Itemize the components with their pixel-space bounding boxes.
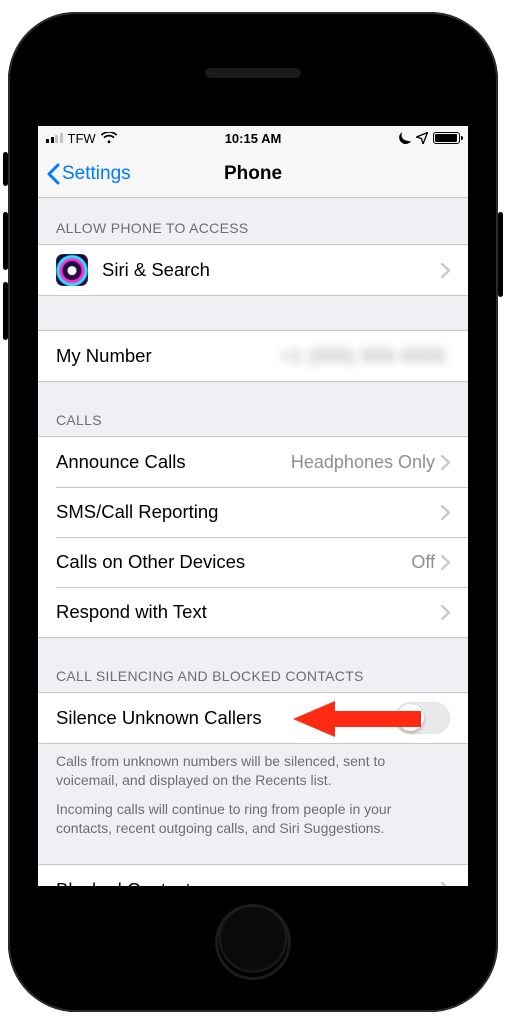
announce-calls-value: Headphones Only bbox=[291, 452, 435, 473]
siri-search-label: Siri & Search bbox=[102, 259, 441, 281]
my-number-value: +1 (555) 555-5555 bbox=[280, 346, 446, 367]
wifi-icon bbox=[101, 132, 117, 144]
chevron-right-icon bbox=[441, 505, 450, 520]
respond-with-text-label: Respond with Text bbox=[56, 601, 441, 623]
section-header-access: ALLOW PHONE TO ACCESS bbox=[38, 198, 468, 244]
section-header-calls: CALLS bbox=[38, 382, 468, 436]
sms-call-reporting-label: SMS/Call Reporting bbox=[56, 501, 441, 523]
volume-up-button[interactable] bbox=[3, 212, 8, 270]
toggle-knob bbox=[397, 704, 424, 731]
chevron-right-icon bbox=[441, 555, 450, 570]
row-my-number[interactable]: My Number +1 (555) 555-5555 bbox=[38, 331, 468, 381]
calls-other-devices-value: Off bbox=[411, 552, 435, 573]
status-time: 10:15 AM bbox=[225, 131, 282, 146]
silence-unknown-toggle[interactable] bbox=[395, 702, 450, 734]
power-button[interactable] bbox=[498, 212, 503, 297]
bezel: TFW 10:15 AM bbox=[20, 24, 486, 1000]
back-button[interactable]: Settings bbox=[46, 163, 131, 185]
row-siri-search[interactable]: Siri & Search bbox=[38, 245, 468, 295]
do-not-disturb-icon bbox=[398, 132, 411, 145]
chevron-right-icon bbox=[441, 605, 450, 620]
battery-icon bbox=[433, 132, 460, 144]
my-number-label: My Number bbox=[56, 345, 280, 367]
volume-down-button[interactable] bbox=[3, 282, 8, 340]
location-icon bbox=[416, 132, 428, 144]
row-sms-call-reporting[interactable]: SMS/Call Reporting bbox=[38, 487, 468, 537]
chevron-right-icon bbox=[441, 263, 450, 278]
group-my-number: My Number +1 (555) 555-5555 bbox=[38, 330, 468, 382]
chevron-left-icon bbox=[46, 163, 60, 185]
section-header-silencing: CALL SILENCING AND BLOCKED CONTACTS bbox=[38, 638, 468, 692]
group-calls: Announce Calls Headphones Only SMS/Call … bbox=[38, 436, 468, 638]
blocked-contacts-label: Blocked Contacts bbox=[56, 879, 441, 886]
signal-bars-icon bbox=[46, 133, 63, 143]
status-bar: TFW 10:15 AM bbox=[38, 126, 468, 150]
nav-bar: Settings Phone bbox=[38, 150, 468, 198]
content: ALLOW PHONE TO ACCESS Siri & Search My N… bbox=[38, 198, 468, 886]
row-calls-other-devices[interactable]: Calls on Other Devices Off bbox=[38, 537, 468, 587]
status-right bbox=[398, 132, 460, 145]
mute-switch[interactable] bbox=[3, 152, 8, 186]
status-left: TFW bbox=[46, 131, 117, 146]
group-access: Siri & Search bbox=[38, 244, 468, 296]
announce-calls-label: Announce Calls bbox=[56, 451, 291, 473]
earpiece-speaker bbox=[205, 68, 301, 78]
silencing-footer-2: Incoming calls will continue to ring fro… bbox=[38, 790, 468, 838]
row-blocked-contacts[interactable]: Blocked Contacts bbox=[38, 865, 468, 886]
home-button[interactable] bbox=[215, 904, 291, 980]
chevron-right-icon bbox=[441, 455, 450, 470]
group-silencing: Silence Unknown Callers bbox=[38, 692, 468, 744]
row-silence-unknown-callers[interactable]: Silence Unknown Callers bbox=[38, 693, 468, 743]
page-title: Phone bbox=[224, 163, 282, 185]
screen: TFW 10:15 AM bbox=[38, 126, 468, 886]
silence-unknown-label: Silence Unknown Callers bbox=[56, 707, 395, 729]
siri-icon bbox=[56, 254, 88, 286]
back-label: Settings bbox=[62, 163, 131, 185]
calls-other-devices-label: Calls on Other Devices bbox=[56, 551, 411, 573]
carrier-label: TFW bbox=[68, 131, 96, 146]
group-blocked: Blocked Contacts bbox=[38, 864, 468, 886]
silencing-footer-1: Calls from unknown numbers will be silen… bbox=[38, 744, 468, 790]
row-respond-with-text[interactable]: Respond with Text bbox=[38, 587, 468, 637]
chevron-right-icon bbox=[441, 882, 450, 886]
row-announce-calls[interactable]: Announce Calls Headphones Only bbox=[38, 437, 468, 487]
device-frame: TFW 10:15 AM bbox=[8, 12, 498, 1012]
